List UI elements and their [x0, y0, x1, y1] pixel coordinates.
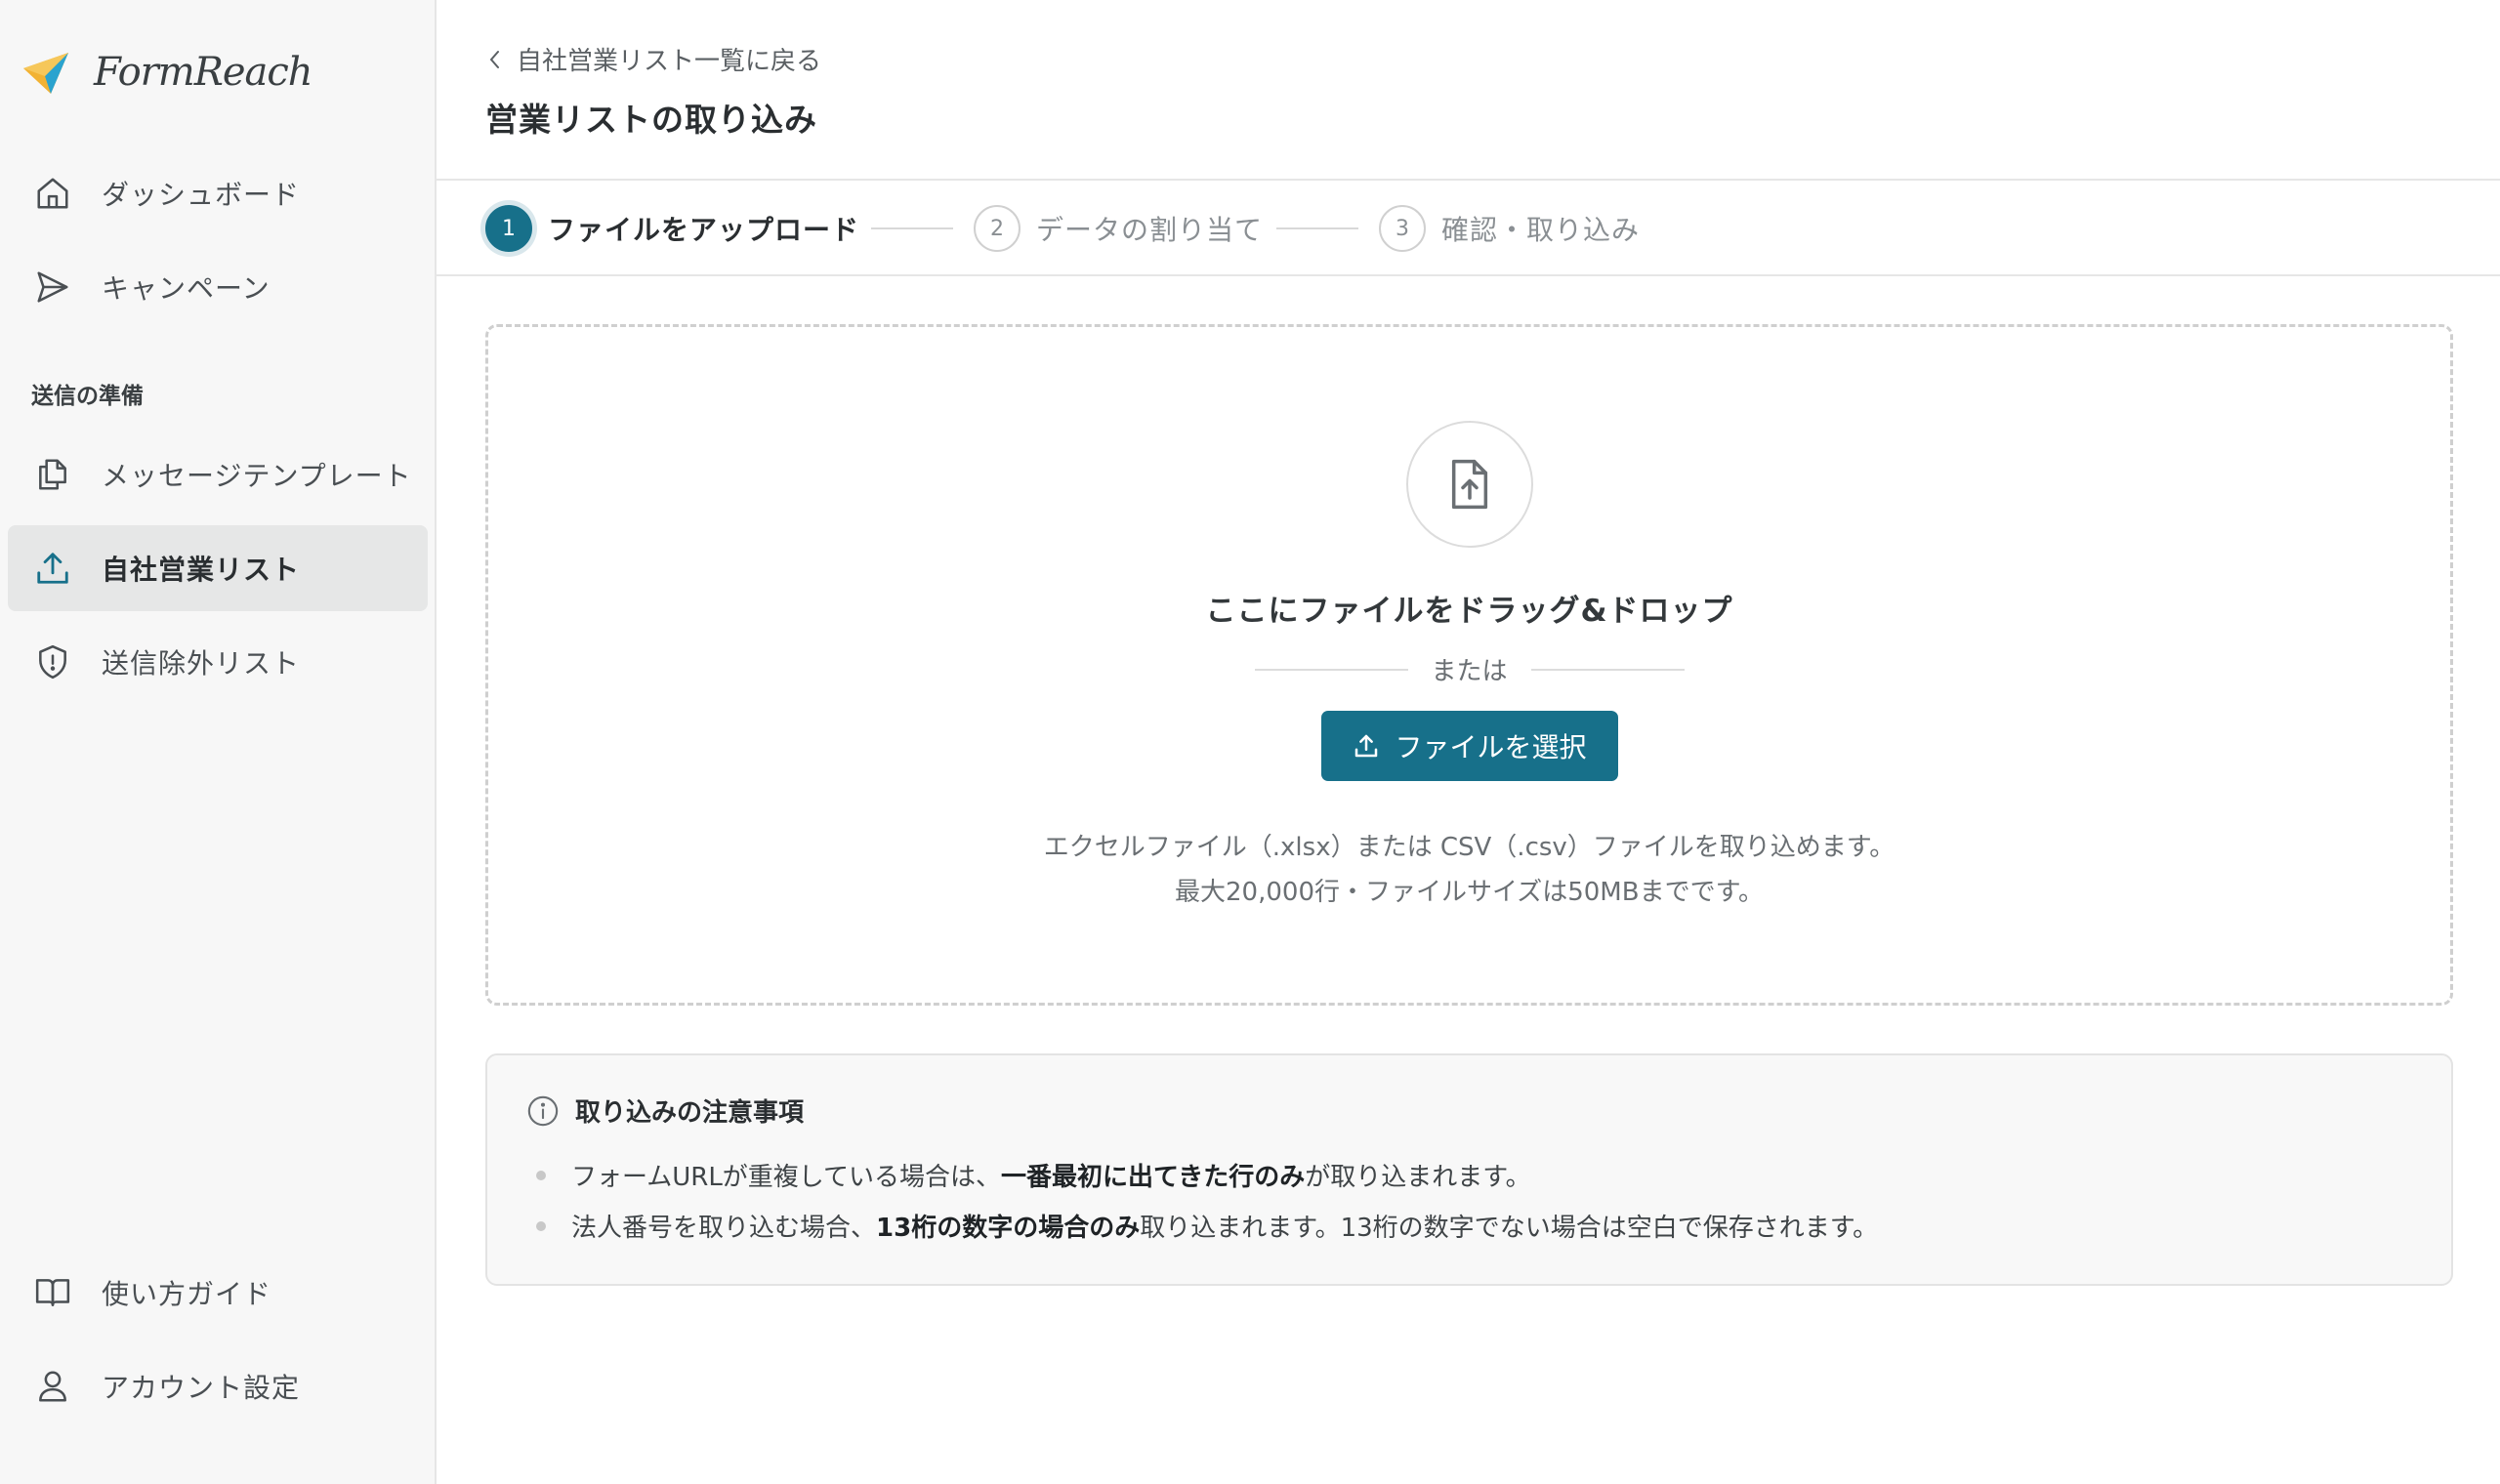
- stepper: 1 ファイルをアップロード 2 データの割り当て 3 確認・取り込み: [437, 183, 2500, 276]
- step-number: 2: [974, 205, 1021, 252]
- sidebar: FormReach ダッシュボード キャンペーン 送信の準備 メッセージテンプレ…: [0, 0, 437, 1484]
- info-icon: [527, 1095, 559, 1126]
- note-text-pre: 法人番号を取り込む場合、: [571, 1214, 877, 1243]
- divider-line: [1254, 668, 1408, 671]
- bullet: [536, 1220, 546, 1231]
- sidebar-section-label: 送信の準備: [31, 384, 144, 409]
- bullet: [536, 1170, 546, 1180]
- or-label: または: [1431, 657, 1508, 686]
- paper-plane-logo-icon: [23, 53, 68, 94]
- sidebar-item-sales-list[interactable]: 自社営業リスト: [8, 525, 428, 611]
- sidebar-item-label: 自社営業リスト: [102, 554, 301, 586]
- note-text-bold: 一番最初に出てきた行のみ: [1001, 1163, 1306, 1192]
- home-icon: [33, 174, 72, 213]
- notes-title: 取り込みの注意事項: [575, 1098, 805, 1128]
- file-upload-icon: [1451, 459, 1487, 510]
- upload-icon: [33, 549, 72, 588]
- sidebar-item-message-template[interactable]: メッセージテンプレート: [8, 432, 428, 517]
- notes-header: 取り込みの注意事項: [526, 1092, 804, 1129]
- note-item: 法人番号を取り込む場合、 13桁の数字の場合のみ 取り込まれます。13桁の数字でない…: [536, 1208, 1878, 1244]
- page-header: 自社営業リスト一覧に戻る 営業リストの取り込み: [437, 0, 2500, 181]
- sidebar-item-guide[interactable]: 使い方ガイド: [8, 1250, 428, 1336]
- note-text-bold: 13桁の数字の場合のみ: [876, 1214, 1141, 1243]
- sidebar-item-label: アカウント設定: [102, 1372, 301, 1404]
- step-connector: [871, 227, 953, 229]
- app-logo[interactable]: FormReach: [21, 43, 312, 102]
- sidebar-item-account-settings[interactable]: アカウント設定: [8, 1343, 428, 1429]
- step-label: 確認・取り込み: [1441, 214, 1641, 246]
- page-title: 営業リストの取り込み: [485, 101, 817, 139]
- or-divider: または: [1254, 651, 1685, 687]
- back-link[interactable]: 自社営業リスト一覧に戻る: [483, 41, 821, 77]
- note-text-post: 取り込まれます。13桁の数字でない場合は空白で保存されます。: [1140, 1214, 1879, 1243]
- note-text-post: が取り込まれます。: [1305, 1163, 1531, 1192]
- step-confirm: 3 確認・取り込み: [1379, 204, 1640, 253]
- dropzone-hint-formats: エクセルファイル（.xlsx）または CSV（.csv）ファイルを取り込めます。: [1043, 833, 1896, 862]
- user-icon: [33, 1367, 72, 1406]
- step-number: 3: [1379, 205, 1426, 252]
- send-icon: [33, 268, 72, 307]
- chevron-left-icon: [490, 50, 499, 68]
- import-notes: 取り込みの注意事項 フォームURLが重複している場合は、 一番最初に出てきた行のみ…: [485, 1053, 2453, 1286]
- dropzone-hint-limits: 最大20,000行・ファイルサイズは50MBまでです。: [1175, 878, 1764, 907]
- sidebar-item-campaign[interactable]: キャンペーン: [8, 244, 428, 330]
- select-file-button[interactable]: ファイルを選択: [1320, 711, 1618, 781]
- upload-icon: [1355, 734, 1378, 758]
- file-upload-icon-wrap: [1405, 421, 1533, 548]
- app-name: FormReach: [94, 50, 312, 95]
- sidebar-item-exclusion-list[interactable]: 送信除外リスト: [8, 619, 428, 705]
- note-text-pre: フォームURLが重複している場合は、: [571, 1163, 1002, 1192]
- dropzone-title: ここにファイルをドラッグ&ドロップ: [1205, 594, 1733, 629]
- step-label: ファイルをアップロード: [548, 214, 860, 246]
- main-content: 自社営業リスト一覧に戻る 営業リストの取り込み 1 ファイルをアップロード 2 …: [437, 0, 2500, 1484]
- step-connector: [1276, 227, 1358, 229]
- step-label: データの割り当て: [1036, 214, 1264, 246]
- sidebar-item-label: ダッシュボード: [102, 179, 301, 211]
- sidebar-item-label: 送信除外リスト: [102, 647, 301, 680]
- file-dropzone[interactable]: ここにファイルをドラッグ&ドロップ または ファイルを選択 エクセルファイル（.…: [485, 324, 2453, 1006]
- shield-icon: [33, 642, 72, 681]
- book-icon: [33, 1273, 72, 1312]
- step-upload: 1 ファイルをアップロード: [485, 204, 859, 253]
- step-mapping: 2 データの割り当て: [974, 204, 1263, 253]
- sidebar-item-label: キャンペーン: [102, 272, 271, 305]
- step-number: 1: [485, 205, 532, 252]
- sidebar-item-label: 使い方ガイド: [102, 1278, 272, 1310]
- back-link-label: 自社営業リスト一覧に戻る: [517, 47, 822, 76]
- note-item: フォームURLが重複している場合は、 一番最初に出てきた行のみ が取り込まれます。: [536, 1157, 1531, 1193]
- sidebar-item-dashboard[interactable]: ダッシュボード: [8, 150, 428, 236]
- divider-line: [1530, 668, 1685, 671]
- select-file-label: ファイルを選択: [1395, 731, 1587, 763]
- copy-icon: [33, 455, 72, 494]
- sidebar-item-label: メッセージテンプレート: [102, 460, 412, 492]
